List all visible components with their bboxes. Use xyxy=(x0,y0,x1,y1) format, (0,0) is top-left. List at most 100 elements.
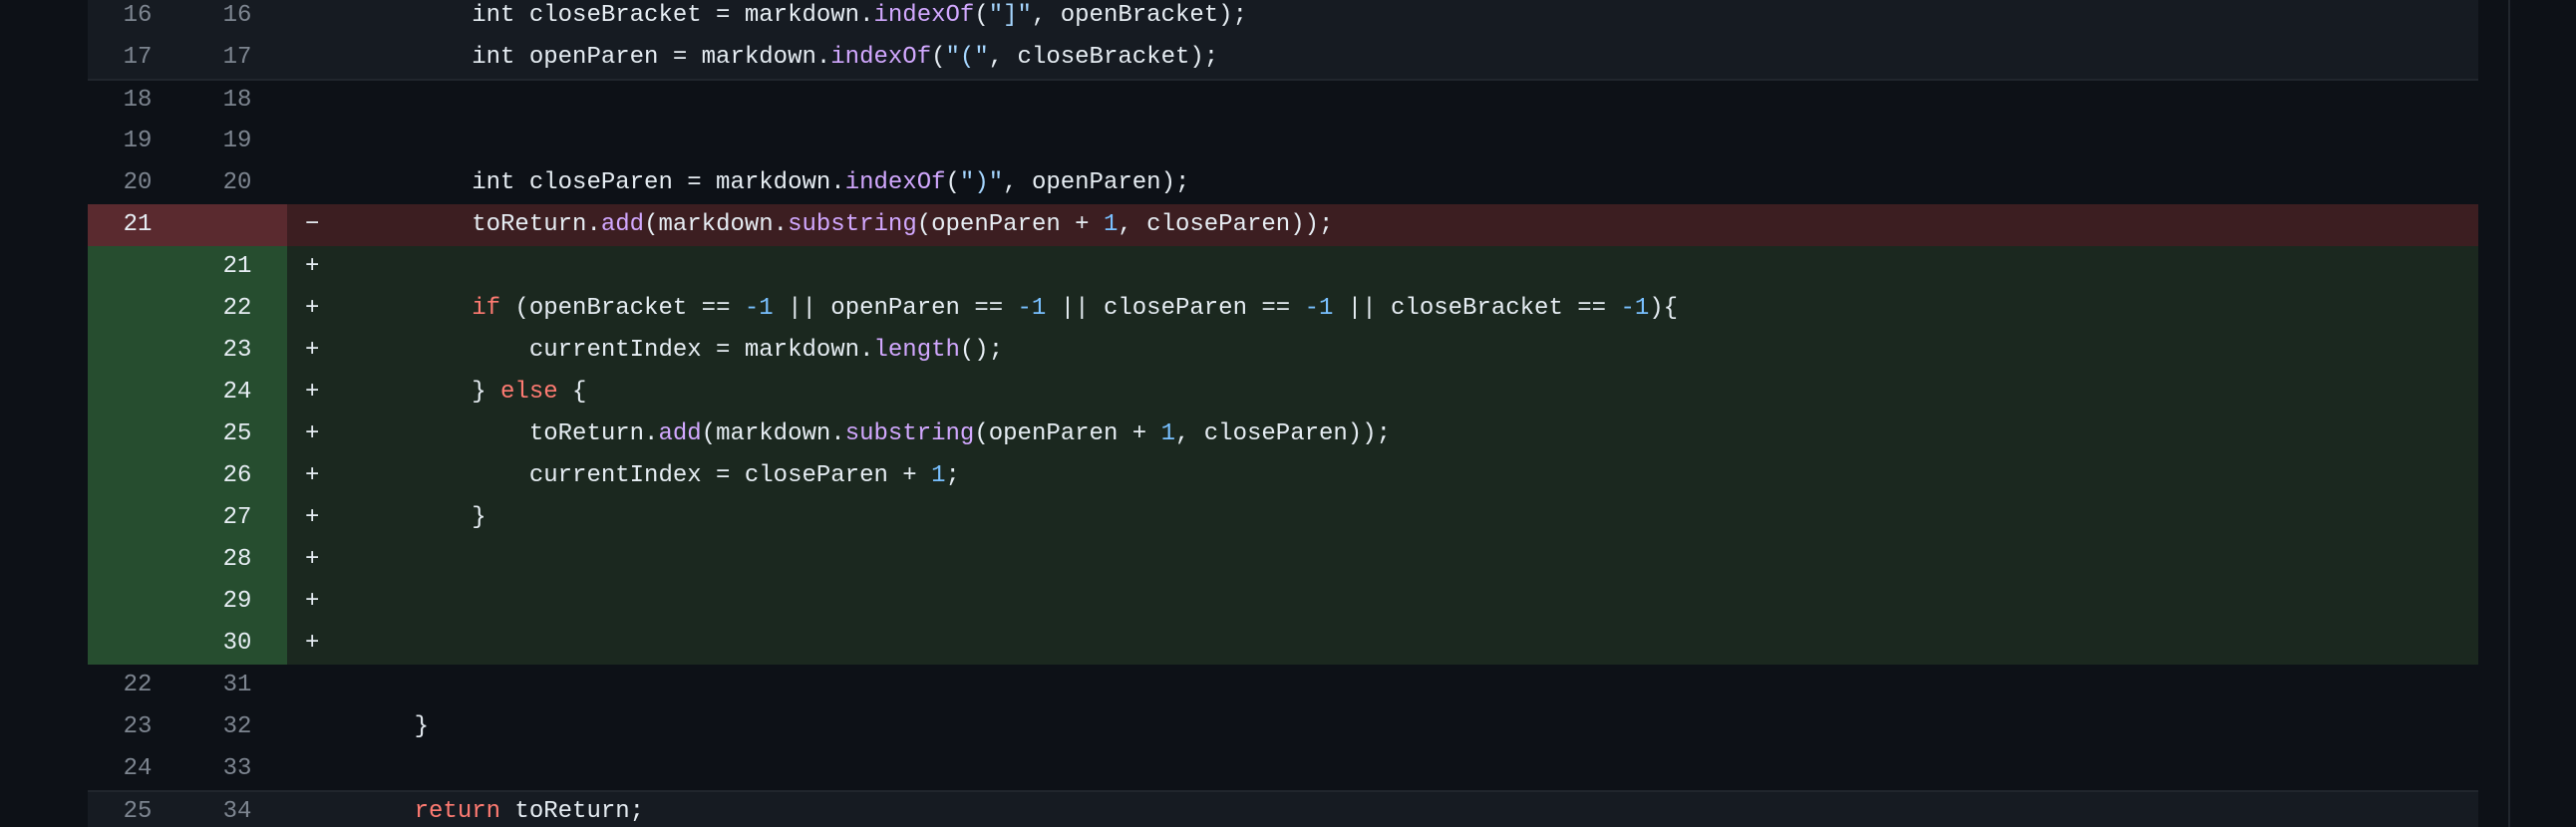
code-token: "]" xyxy=(988,2,1032,29)
code-token: length xyxy=(873,337,960,364)
diff-marker: + xyxy=(305,588,320,615)
code-token: (openParen + xyxy=(974,420,1161,447)
code-token: ( xyxy=(931,44,946,71)
old-line-number[interactable]: 18 xyxy=(88,80,187,122)
code-token: || closeBracket == xyxy=(1333,295,1621,322)
old-line-number[interactable] xyxy=(88,497,187,539)
new-line-number[interactable]: 33 xyxy=(187,748,287,790)
code-token: indexOf xyxy=(830,44,932,71)
new-line-number[interactable]: 23 xyxy=(187,330,287,372)
code-token: ( xyxy=(974,2,989,29)
scrollbar-track[interactable] xyxy=(2508,0,2510,827)
new-line-number[interactable]: 19 xyxy=(187,121,287,162)
code-token: , openParen); xyxy=(1003,169,1190,196)
old-line-number[interactable]: 20 xyxy=(88,162,187,204)
new-line-number[interactable]: 18 xyxy=(187,80,287,122)
diff-row-added: 25 + toReturn.add(markdown.substring(open… xyxy=(88,414,2478,455)
new-line-number[interactable]: 20 xyxy=(187,162,287,204)
code-token: 1 xyxy=(1103,211,1119,238)
old-line-number[interactable]: 17 xyxy=(88,37,187,79)
code-line: } xyxy=(327,706,2478,748)
code-token: indexOf xyxy=(844,169,946,196)
old-line-number[interactable]: 25 xyxy=(88,791,187,827)
diff-row-context: 18 18 xyxy=(88,79,2478,121)
diff-row-added: 30 + xyxy=(88,623,2478,665)
code-token: 1 xyxy=(1160,420,1175,447)
old-line-number[interactable] xyxy=(88,330,187,372)
diff-marker: + xyxy=(305,253,320,280)
code-line: int closeBracket = markdown.indexOf("]",… xyxy=(327,0,2478,37)
code-token: , closeParen)); xyxy=(1118,211,1334,238)
diff-row-context: 24 33 xyxy=(88,748,2478,790)
new-line-number[interactable]: 27 xyxy=(187,497,287,539)
diff-table: 16 16 int closeBracket = markdown.indexOf… xyxy=(88,0,2478,827)
diff-row-context: 16 16 int closeBracket = markdown.indexOf… xyxy=(88,0,2478,37)
new-line-number[interactable]: 29 xyxy=(187,581,287,623)
old-line-number[interactable] xyxy=(88,414,187,455)
diff-marker: + xyxy=(305,630,320,657)
code-token: || closeParen == xyxy=(1046,295,1305,322)
new-line-number[interactable]: 21 xyxy=(187,246,287,288)
code-token: , closeParen)); xyxy=(1174,420,1392,447)
old-line-number[interactable] xyxy=(88,288,187,330)
new-line-number[interactable]: 25 xyxy=(187,414,287,455)
code-line: toReturn.add(markdown.substring(openPare… xyxy=(327,414,2478,455)
old-line-number[interactable] xyxy=(88,246,187,288)
old-line-number[interactable]: 22 xyxy=(88,665,187,706)
diff-row-context: 17 17 int openParen = markdown.indexOf("(… xyxy=(88,37,2478,79)
new-line-number[interactable]: 17 xyxy=(187,37,287,79)
code-token: (); xyxy=(959,337,1004,364)
new-line-number[interactable]: 24 xyxy=(187,372,287,414)
new-line-number[interactable]: 28 xyxy=(187,539,287,581)
new-line-number[interactable] xyxy=(187,204,287,246)
old-line-number[interactable] xyxy=(88,372,187,414)
code-line: } else { xyxy=(327,372,2478,414)
new-line-number[interactable]: 31 xyxy=(187,665,287,706)
code-token: currentIndex = closeParen + xyxy=(528,462,932,489)
code-token: (openParen + xyxy=(916,211,1104,238)
old-line-number[interactable]: 21 xyxy=(88,204,187,246)
old-line-number[interactable] xyxy=(88,539,187,581)
code-token: } xyxy=(472,504,486,531)
diff-row-context: 23 32 } xyxy=(88,706,2478,748)
new-line-number[interactable]: 26 xyxy=(187,455,287,497)
code-token: (markdown. xyxy=(644,211,789,238)
diff-row-context: 19 19 xyxy=(88,121,2478,162)
diff-row-context: 22 31 xyxy=(88,665,2478,706)
code-token: ){ xyxy=(1649,295,1679,322)
code-token: { xyxy=(557,379,587,406)
diff-marker: + xyxy=(305,504,320,531)
old-line-number[interactable] xyxy=(88,623,187,665)
diff-row-added: 24 + } else { xyxy=(88,372,2478,414)
new-line-number[interactable]: 16 xyxy=(187,0,287,37)
code-line: int closeParen = markdown.indexOf(")", o… xyxy=(327,162,2478,204)
old-line-number[interactable]: 24 xyxy=(88,748,187,790)
diff-row-context: 20 20 int closeParen = markdown.indexOf("… xyxy=(88,162,2478,204)
new-line-number[interactable]: 30 xyxy=(187,623,287,665)
code-token: currentIndex = markdown. xyxy=(528,337,874,364)
new-line-number[interactable]: 22 xyxy=(187,288,287,330)
old-line-number[interactable]: 16 xyxy=(88,0,187,37)
old-line-number[interactable] xyxy=(88,581,187,623)
code-token: } xyxy=(414,713,430,740)
diff-row-added: 27 + } xyxy=(88,497,2478,539)
diff-row-context: 25 34 return toReturn; xyxy=(88,790,2478,827)
new-line-number[interactable]: 32 xyxy=(187,706,287,748)
diff-marker: + xyxy=(305,420,320,447)
old-line-number[interactable] xyxy=(88,455,187,497)
code-token: -1 xyxy=(1017,295,1047,322)
diff-marker: + xyxy=(305,379,320,406)
new-line-number[interactable]: 34 xyxy=(187,791,287,827)
code-line: if (openBracket == -1 || openParen == -1… xyxy=(327,288,2478,330)
diff-marker: + xyxy=(305,546,320,573)
diff-row-added: 22 + if (openBracket == -1 || openParen =… xyxy=(88,288,2478,330)
diff-view: 16 16 int closeBracket = markdown.indexOf… xyxy=(0,0,2576,827)
code-line: toReturn.add(markdown.substring(openPare… xyxy=(327,204,2478,246)
diff-row-added: 29 + xyxy=(88,581,2478,623)
diff-row-added: 26 + currentIndex = closeParen + 1; xyxy=(88,455,2478,497)
old-line-number[interactable]: 23 xyxy=(88,706,187,748)
code-token: (openBracket == xyxy=(500,295,745,322)
code-line: return toReturn; xyxy=(327,791,2478,827)
old-line-number[interactable]: 19 xyxy=(88,121,187,162)
code-token: (markdown. xyxy=(701,420,845,447)
